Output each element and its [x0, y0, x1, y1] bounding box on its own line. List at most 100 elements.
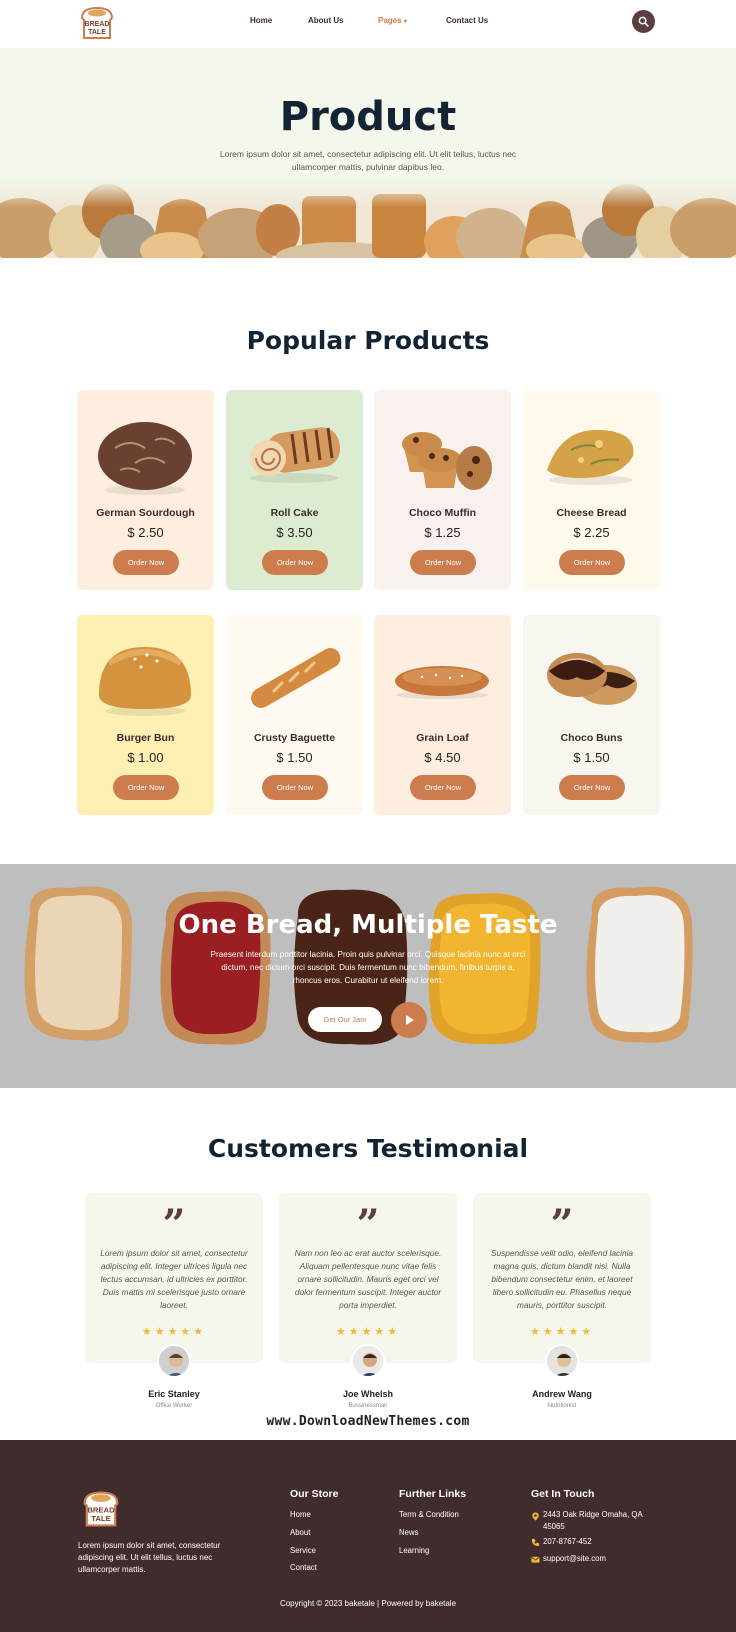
- testimonial-card: ” Suspendisse velit odio, eleifend lacin…: [473, 1193, 651, 1363]
- phone-icon: [531, 1538, 540, 1547]
- star-icon: ★★★★★: [335, 1326, 401, 1338]
- cheese-bread-image: [547, 429, 634, 485]
- banner-title: One Bread, Multiple Taste: [178, 910, 558, 940]
- nav-pages[interactable]: Pages ▾: [378, 16, 407, 25]
- nav-pages-label: Pages: [378, 16, 402, 25]
- order-now-button[interactable]: Order Now: [559, 550, 625, 575]
- product-name: German Sourdough: [96, 507, 195, 519]
- our-store-title: Our Store: [290, 1488, 339, 1500]
- footer-logo-line2: TALE: [91, 1514, 110, 1523]
- footer-link-service[interactable]: Service: [290, 1546, 316, 1555]
- product-name: Choco Buns: [560, 732, 623, 744]
- german-sourdough-image: [98, 422, 192, 495]
- testimonial-text: Nam non leo ac erat auctor scelerisque. …: [294, 1248, 442, 1310]
- rating-stars: ★★★★★: [85, 1325, 263, 1338]
- search-icon: [638, 16, 649, 27]
- footer-link-terms[interactable]: Term & Condition: [399, 1510, 459, 1519]
- page: BREAD TALE Home About Us Pages ▾ Contact…: [0, 0, 736, 1632]
- copyright-text: Copyright © 2023 baketale | Powered by b…: [279, 1599, 457, 1608]
- grain-loaf-image: [395, 666, 489, 699]
- product-price: $ 4.50: [424, 750, 461, 765]
- testimonial-text: Lorem ipsum dolor sit amet, consectetur …: [100, 1248, 248, 1310]
- footer-link-learning[interactable]: Learning: [399, 1546, 429, 1555]
- footer-link-news[interactable]: News: [399, 1528, 419, 1537]
- avatar: [157, 1344, 191, 1378]
- get-our-jam-button[interactable]: Get Our Jam: [308, 1007, 382, 1032]
- customer-role: Bussinessman: [348, 1403, 388, 1409]
- order-now-button[interactable]: Order Now: [410, 775, 476, 800]
- watermark-text: www.DownloadNewThemes.com: [266, 1414, 470, 1429]
- location-icon: [532, 1512, 539, 1521]
- product-name: Roll Cake: [270, 507, 319, 519]
- product-price: $ 2.25: [573, 525, 610, 540]
- star-icon: ★★★★★: [529, 1326, 595, 1338]
- testimonial-card: ” Lorem ipsum dolor sit amet, consectetu…: [85, 1193, 263, 1363]
- footer-link-about[interactable]: About: [290, 1528, 310, 1537]
- popular-products-title: Popular Products: [246, 326, 490, 355]
- site-logo[interactable]: BREAD TALE: [76, 4, 118, 42]
- product-price: $ 3.50: [276, 525, 313, 540]
- choco-buns-image: [547, 653, 637, 705]
- product-card: Choco Muffin $ 1.25 Order Now: [374, 390, 511, 590]
- footer-logo[interactable]: BREAD TALE: [78, 1488, 124, 1530]
- product-name: Burger Bun: [116, 732, 175, 744]
- logo-line1: BREAD: [85, 21, 110, 28]
- roll-cake-image: [250, 427, 341, 483]
- product-card: German Sourdough $ 2.50 Order Now: [77, 390, 214, 590]
- product-card: Cheese Bread $ 2.25 Order Now: [523, 390, 660, 590]
- star-icon: ★★★★★: [141, 1326, 207, 1338]
- testimonial-text: Suspendisse velit odio, eleifend lacinia…: [490, 1248, 634, 1310]
- footer-link-home[interactable]: Home: [290, 1510, 311, 1519]
- footer-link-contact[interactable]: Contact: [290, 1563, 317, 1572]
- rating-stars: ★★★★★: [473, 1325, 651, 1338]
- avatar: [351, 1344, 385, 1378]
- search-button[interactable]: [632, 10, 655, 33]
- quote-icon: ”: [356, 1201, 380, 1248]
- product-name: Grain Loaf: [416, 732, 469, 744]
- product-price: $ 1.50: [276, 750, 313, 765]
- product-name: Cheese Bread: [556, 507, 627, 519]
- promo-banner: One Bread, Multiple Taste Praesent inter…: [0, 864, 736, 1088]
- footer-logo-line1: BREAD: [87, 1505, 115, 1514]
- customer-name: Andrew Wang: [532, 1389, 592, 1399]
- order-now-button[interactable]: Order Now: [262, 775, 328, 800]
- email-icon: [531, 1556, 540, 1563]
- play-video-button[interactable]: [391, 1002, 427, 1038]
- customer-role: Nutritionist: [547, 1403, 577, 1409]
- contact-phone: 207-8767-452: [543, 1537, 592, 1546]
- contact-email: support@site.com: [543, 1554, 606, 1563]
- testimonial-card: ” Nam non leo ac erat auctor scelerisque…: [279, 1193, 457, 1363]
- testimonials-title: Customers Testimonial: [207, 1134, 529, 1163]
- nav-contact-us[interactable]: Contact Us: [446, 16, 488, 25]
- product-name: Crusty Baguette: [253, 732, 336, 744]
- customer-name: Eric Stanley: [148, 1389, 200, 1399]
- product-card: Choco Buns $ 1.50 Order Now: [523, 615, 660, 815]
- product-card: Crusty Baguette $ 1.50 Order Now: [226, 615, 363, 815]
- customer-name: Joe Whelsh: [342, 1389, 393, 1399]
- product-price: $ 2.50: [127, 525, 164, 540]
- product-card: Roll Cake $ 3.50 Order Now: [226, 390, 363, 590]
- order-now-button[interactable]: Order Now: [559, 775, 625, 800]
- hero-section: Product Lorem ipsum dolor sit amet, cons…: [0, 48, 736, 258]
- get-in-touch-title: Get In Touch: [531, 1488, 595, 1500]
- choco-muffin-image: [402, 432, 492, 490]
- logo-line2: TALE: [88, 29, 106, 36]
- order-now-button[interactable]: Order Now: [410, 550, 476, 575]
- product-price: $ 1.00: [127, 750, 164, 765]
- quote-icon: ”: [162, 1201, 186, 1248]
- order-now-button[interactable]: Order Now: [262, 550, 328, 575]
- order-now-button[interactable]: Order Now: [113, 550, 179, 575]
- crusty-baguette-image: [251, 648, 341, 708]
- avatar: [545, 1344, 579, 1378]
- chevron-down-icon: ▾: [403, 19, 407, 25]
- customer-role: Office Worker: [155, 1403, 193, 1409]
- footer-description: Lorem ipsum dolor sit amet, consectetur …: [78, 1541, 221, 1574]
- hero-subtitle: Lorem ipsum dolor sit amet, consectetur …: [219, 149, 517, 172]
- further-links-title: Further Links: [399, 1488, 467, 1500]
- rating-stars: ★★★★★: [279, 1325, 457, 1338]
- contact-address: 2443 Oak Ridge Omaha, QA 45065: [543, 1510, 643, 1531]
- product-card: Burger Bun $ 1.00 Order Now: [77, 615, 214, 815]
- nav-about-us[interactable]: About Us: [308, 16, 344, 25]
- nav-home[interactable]: Home: [250, 16, 272, 25]
- order-now-button[interactable]: Order Now: [113, 775, 179, 800]
